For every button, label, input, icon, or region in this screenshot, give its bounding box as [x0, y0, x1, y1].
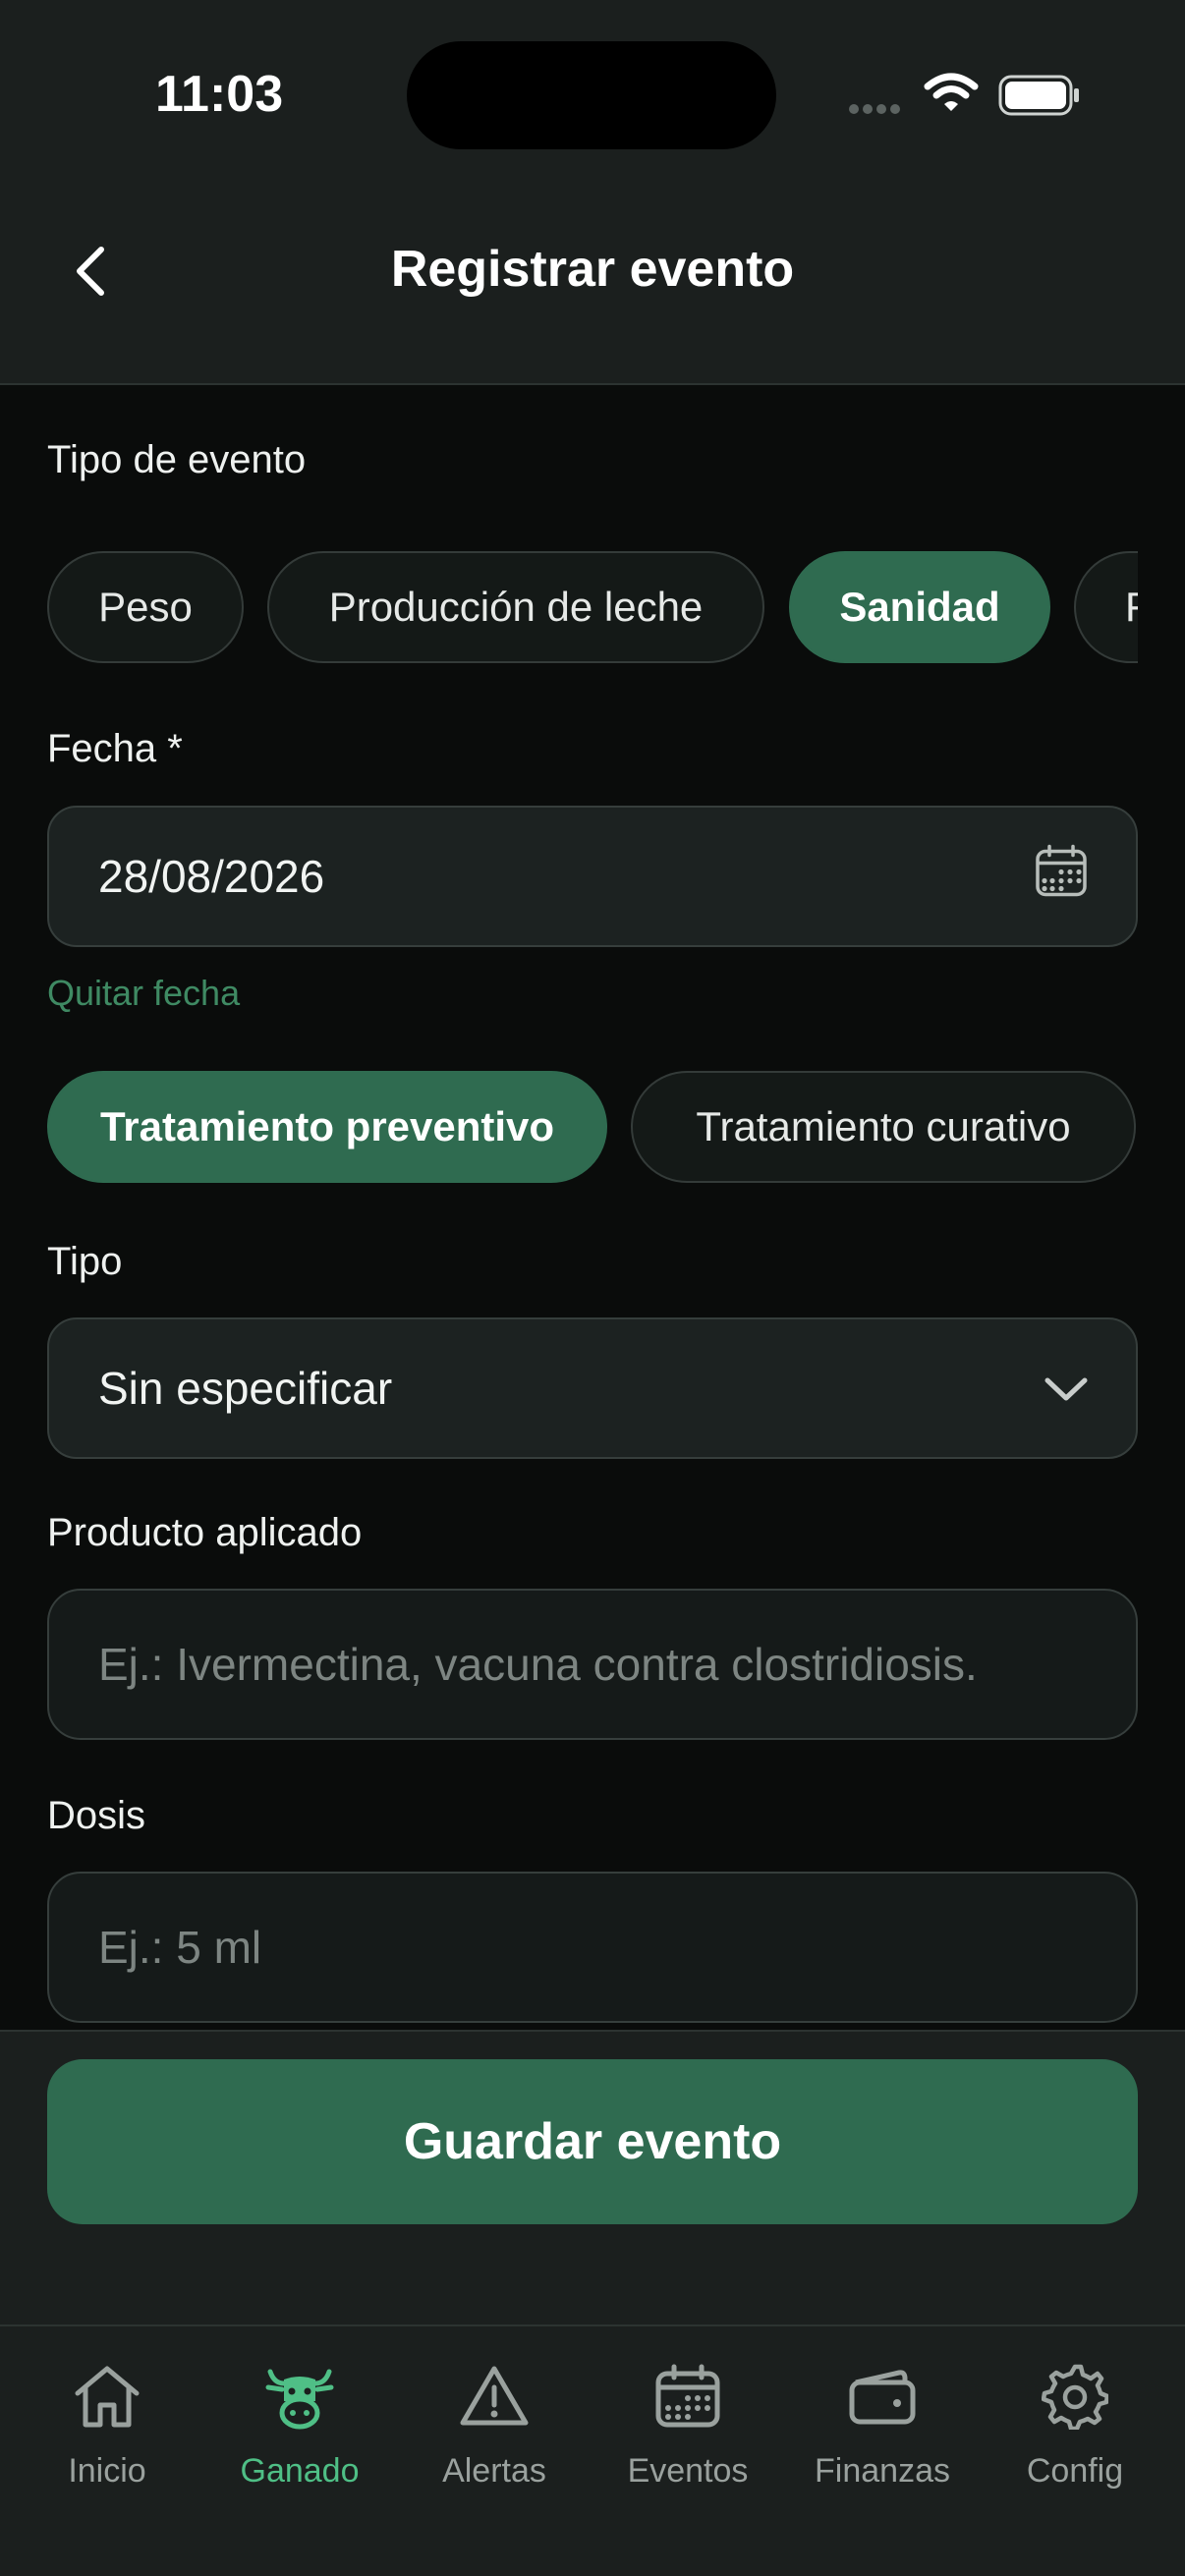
save-event-button[interactable]: Guardar evento	[47, 2059, 1138, 2224]
tab-label: Eventos	[627, 2452, 749, 2490]
page-title: Registrar evento	[390, 241, 795, 298]
bottom-tab-bar: Inicio Ganado Alertas Eventos Finanzas C…	[0, 2324, 1185, 2576]
status-time: 11:03	[155, 66, 284, 123]
product-label: Producto aplicado	[47, 1511, 363, 1554]
dose-label: Dosis	[47, 1794, 146, 1837]
tipo-selected-value: Sin especificar	[98, 1363, 393, 1414]
date-value: 28/08/2026	[98, 851, 325, 902]
house-icon	[72, 2362, 142, 2431]
event-type-label: Tipo de evento	[47, 438, 307, 481]
chip-produccion-leche[interactable]: Producción de leche	[267, 551, 764, 663]
dynamic-island	[407, 41, 776, 149]
cellular-signal-icon	[849, 101, 904, 119]
dose-input[interactable]	[98, 1921, 1136, 1974]
tab-label: Finanzas	[815, 2452, 950, 2490]
tipo-select[interactable]: Sin especificar	[47, 1317, 1138, 1459]
chip-sanidad[interactable]: Sanidad	[789, 551, 1050, 663]
save-bar: Guardar evento	[0, 2030, 1185, 2324]
product-input[interactable]	[98, 1638, 1136, 1691]
tab-label: Config	[1026, 2452, 1124, 2490]
treatment-curative-button[interactable]: Tratamiento curativo	[631, 1071, 1136, 1183]
tab-label: Alertas	[442, 2452, 546, 2490]
chip-peso[interactable]: Peso	[47, 551, 244, 663]
event-type-chips: Peso Producción de leche Sanidad F	[47, 550, 1138, 664]
battery-icon	[998, 75, 1081, 121]
calendar-icon[interactable]	[1034, 844, 1089, 910]
gear-icon	[1042, 2362, 1108, 2431]
tab-label: Inicio	[68, 2452, 146, 2490]
tab-inicio[interactable]: Inicio	[14, 2362, 200, 2491]
chevron-down-icon	[1044, 1362, 1089, 1415]
tab-finanzas[interactable]: Finanzas	[789, 2362, 976, 2491]
tab-alertas[interactable]: Alertas	[401, 2362, 588, 2491]
tab-config[interactable]: Config	[982, 2362, 1168, 2491]
tab-eventos[interactable]: Eventos	[594, 2362, 781, 2491]
treatment-preventive-button[interactable]: Tratamiento preventivo	[47, 1071, 607, 1183]
tab-ganado[interactable]: Ganado	[206, 2362, 393, 2491]
tab-label: Ganado	[240, 2452, 360, 2490]
wifi-icon	[924, 73, 979, 119]
header-bar: 11:03 Registrar evento	[0, 0, 1185, 385]
tipo-label: Tipo	[47, 1240, 123, 1283]
register-event-screen: 11:03 Registrar evento Tipo de evento Pe…	[0, 0, 1185, 2576]
date-field[interactable]: 28/08/2026	[47, 806, 1138, 947]
cow-icon	[264, 2362, 335, 2431]
calendar-icon	[654, 2362, 721, 2431]
product-field[interactable]	[47, 1589, 1138, 1740]
dose-field[interactable]	[47, 1872, 1138, 2023]
wallet-icon	[848, 2362, 917, 2431]
clear-date-link[interactable]: Quitar fecha	[47, 973, 240, 1014]
chip-partially-hidden[interactable]: F	[1074, 551, 1138, 663]
date-label: Fecha *	[47, 727, 183, 770]
warning-icon	[459, 2362, 530, 2431]
